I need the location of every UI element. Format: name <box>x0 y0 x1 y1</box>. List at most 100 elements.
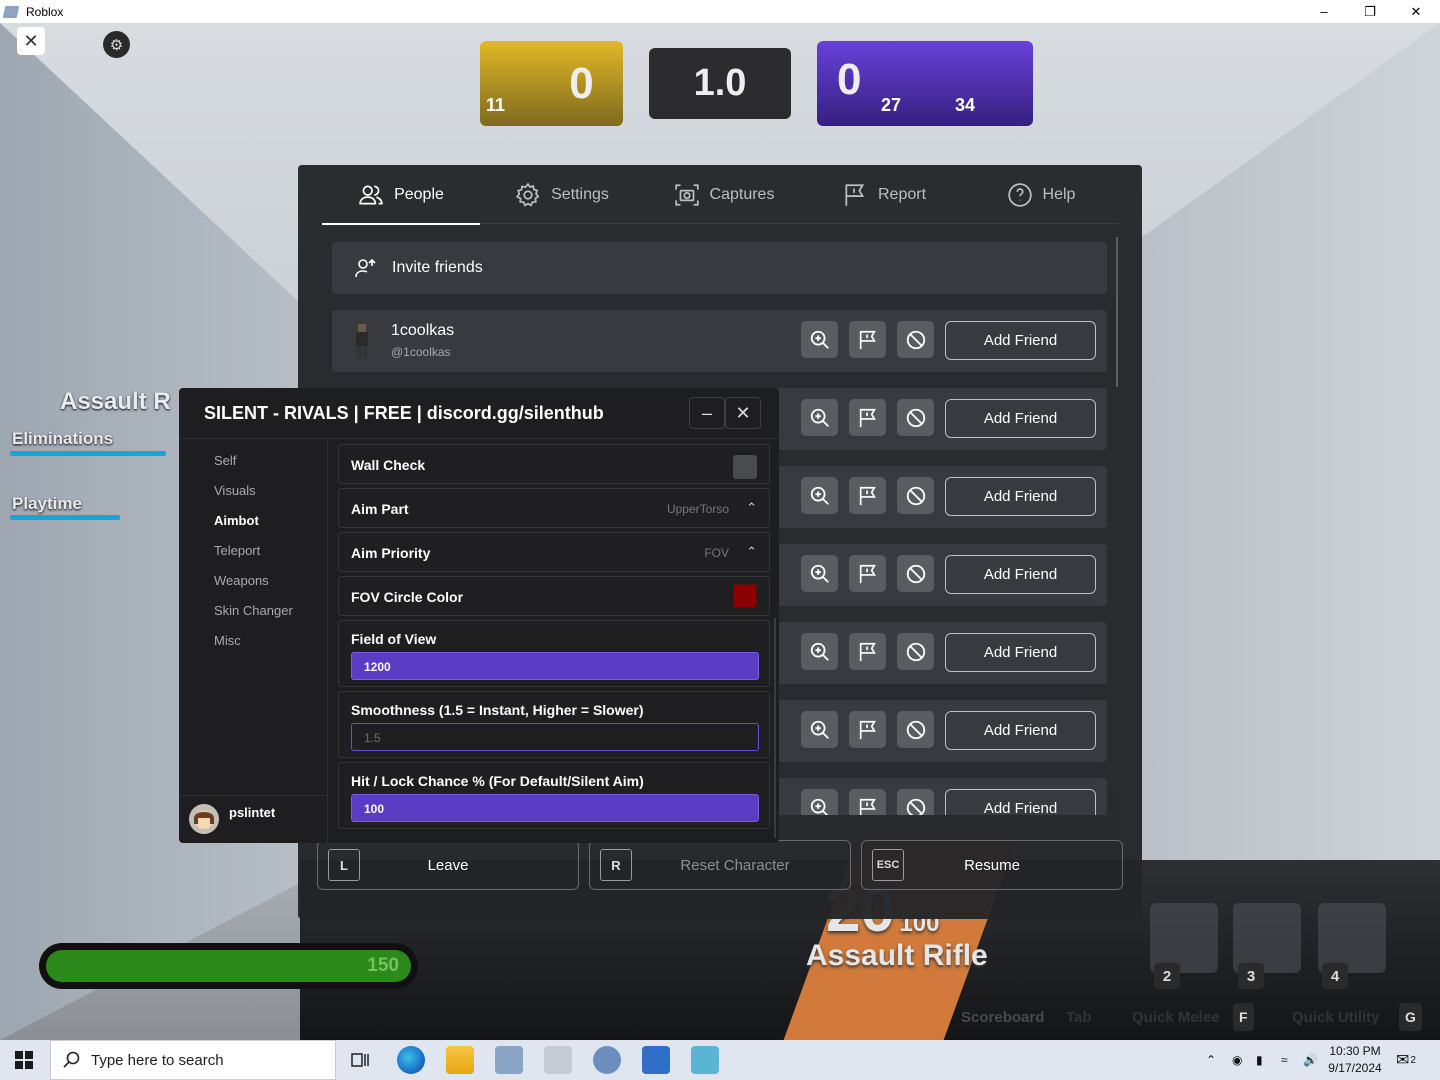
aim-part-dropdown[interactable]: Aim Part UpperTorso ⌃ <box>338 488 770 528</box>
inspect-button[interactable] <box>801 711 838 748</box>
wall-check-checkbox[interactable] <box>733 455 757 479</box>
cheat-title: SILENT - RIVALS | FREE | discord.gg/sile… <box>204 403 604 423</box>
photos-icon[interactable] <box>495 1046 523 1074</box>
fov-slider[interactable]: 1200 <box>351 652 759 680</box>
add-friend-button[interactable]: Add Friend <box>945 711 1096 750</box>
tab-captures[interactable]: Captures <box>644 165 804 224</box>
block-button[interactable] <box>897 633 934 670</box>
player-avatar <box>346 320 380 362</box>
zoom-in-icon <box>809 329 831 351</box>
cheat-close-button[interactable]: ✕ <box>725 397 761 429</box>
nav-self[interactable]: Self <box>214 453 236 468</box>
cheat-minimize-button[interactable]: – <box>689 397 725 429</box>
report-button[interactable] <box>849 477 886 514</box>
add-friend-button[interactable]: Add Friend <box>945 633 1096 672</box>
fov-label: Field of View <box>351 631 437 647</box>
tab-settings-label: Settings <box>551 185 609 203</box>
flag-icon <box>857 329 879 351</box>
wall-check-label: Wall Check <box>351 457 426 473</box>
gear-icon[interactable]: ⚙ <box>103 31 130 58</box>
nav-skin-changer[interactable]: Skin Changer <box>214 603 293 618</box>
fov-color-option[interactable]: FOV Circle Color <box>338 576 770 616</box>
app-icon[interactable] <box>593 1046 621 1074</box>
chevron-up-icon: ⌃ <box>746 544 757 559</box>
tab-help[interactable]: Help <box>964 165 1118 224</box>
inspect-button[interactable] <box>801 789 838 815</box>
report-button[interactable] <box>849 711 886 748</box>
inspect-button[interactable] <box>801 477 838 514</box>
report-button[interactable] <box>849 321 886 358</box>
leave-button[interactable]: L Leave <box>317 840 579 890</box>
reset-character-button[interactable]: R Reset Character <box>589 840 851 890</box>
wall-check-option[interactable]: Wall Check <box>338 444 770 484</box>
slot-number-2: 2 <box>1154 963 1180 989</box>
eliminations-bar <box>10 451 166 456</box>
nav-misc[interactable]: Misc <box>214 633 241 648</box>
inspect-button[interactable] <box>801 321 838 358</box>
notifications-icon[interactable]: ✉ 2 <box>1396 1040 1416 1080</box>
file-explorer-icon[interactable] <box>446 1046 474 1074</box>
meet-icon[interactable]: ◉ <box>1232 1040 1242 1080</box>
add-friend-button[interactable]: Add Friend <box>945 477 1096 516</box>
taskbar-clock[interactable]: 10:30 PM 9/17/2024 <box>1325 1043 1385 1077</box>
reset-key: R <box>600 849 632 881</box>
tab-report[interactable]: Report <box>804 165 964 224</box>
tab-report-label: Report <box>877 185 927 203</box>
smoothness-input[interactable]: 1.5 <box>351 723 759 751</box>
aim-part-value: UpperTorso <box>666 502 729 516</box>
cheat-scrollbar[interactable] <box>774 618 776 838</box>
resume-label: Resume <box>964 856 1020 874</box>
tab-people[interactable]: People <box>322 165 480 225</box>
right-player-count-1: 27 <box>881 95 902 115</box>
roblox-icon[interactable] <box>544 1046 572 1074</box>
nav-aimbot[interactable]: Aimbot <box>214 513 259 528</box>
tab-people-label: People <box>394 185 444 203</box>
app-window-icon[interactable] <box>642 1046 670 1074</box>
add-friend-button[interactable]: Add Friend <box>945 321 1096 360</box>
edge-icon[interactable] <box>397 1046 425 1074</box>
inspect-button[interactable] <box>801 555 838 592</box>
taskbar-search[interactable]: Type here to search <box>50 1040 336 1080</box>
inspect-button[interactable] <box>801 633 838 670</box>
nav-visuals[interactable]: Visuals <box>214 483 256 498</box>
minimize-button[interactable]: – <box>1301 0 1347 23</box>
battery-icon[interactable]: ▮ <box>1256 1040 1263 1080</box>
block-button[interactable] <box>897 711 934 748</box>
block-button[interactable] <box>897 321 934 358</box>
wifi-icon[interactable]: ≈ <box>1281 1040 1288 1080</box>
restore-button[interactable]: ❐ <box>1347 0 1393 23</box>
block-button[interactable] <box>897 555 934 592</box>
tab-settings[interactable]: Settings <box>480 165 644 224</box>
hit-chance-slider[interactable]: 100 <box>351 794 759 822</box>
report-button[interactable] <box>849 555 886 592</box>
add-friend-button[interactable]: Add Friend <box>945 399 1096 438</box>
aim-priority-dropdown[interactable]: Aim Priority FOV ⌃ <box>338 532 770 572</box>
start-button[interactable] <box>0 1040 48 1080</box>
task-view-icon[interactable] <box>346 1046 374 1074</box>
aim-priority-value: FOV <box>704 546 729 560</box>
nav-teleport[interactable]: Teleport <box>214 543 260 558</box>
add-friend-button[interactable]: Add Friend <box>945 555 1096 594</box>
player-handle: @1coolkas <box>391 345 451 359</box>
notification-count: 2 <box>1410 1054 1416 1066</box>
inspect-button[interactable] <box>801 399 838 436</box>
report-button[interactable] <box>849 399 886 436</box>
report-button[interactable] <box>849 789 886 815</box>
block-button[interactable] <box>897 399 934 436</box>
fov-color-swatch[interactable] <box>733 584 757 608</box>
tray-chevron-icon[interactable]: ⌃ <box>1206 1040 1216 1080</box>
block-button[interactable] <box>897 477 934 514</box>
add-friend-button[interactable]: Add Friend <box>945 789 1096 815</box>
block-button[interactable] <box>897 789 934 815</box>
resume-button[interactable]: ESC Resume <box>861 840 1123 890</box>
score-left-value: 0 <box>569 58 594 108</box>
roblox-studio-icon[interactable] <box>691 1046 719 1074</box>
nav-weapons[interactable]: Weapons <box>214 573 269 588</box>
volume-icon[interactable]: 🔊 <box>1303 1040 1318 1080</box>
report-button[interactable] <box>849 633 886 670</box>
close-window-button[interactable]: ✕ <box>1393 0 1439 23</box>
close-menu-icon[interactable]: ✕ <box>17 27 45 55</box>
right-player-count-2: 34 <box>955 95 976 115</box>
invite-friends-button[interactable]: Invite friends <box>332 242 1107 294</box>
menu-scrollbar[interactable] <box>1116 237 1118 387</box>
